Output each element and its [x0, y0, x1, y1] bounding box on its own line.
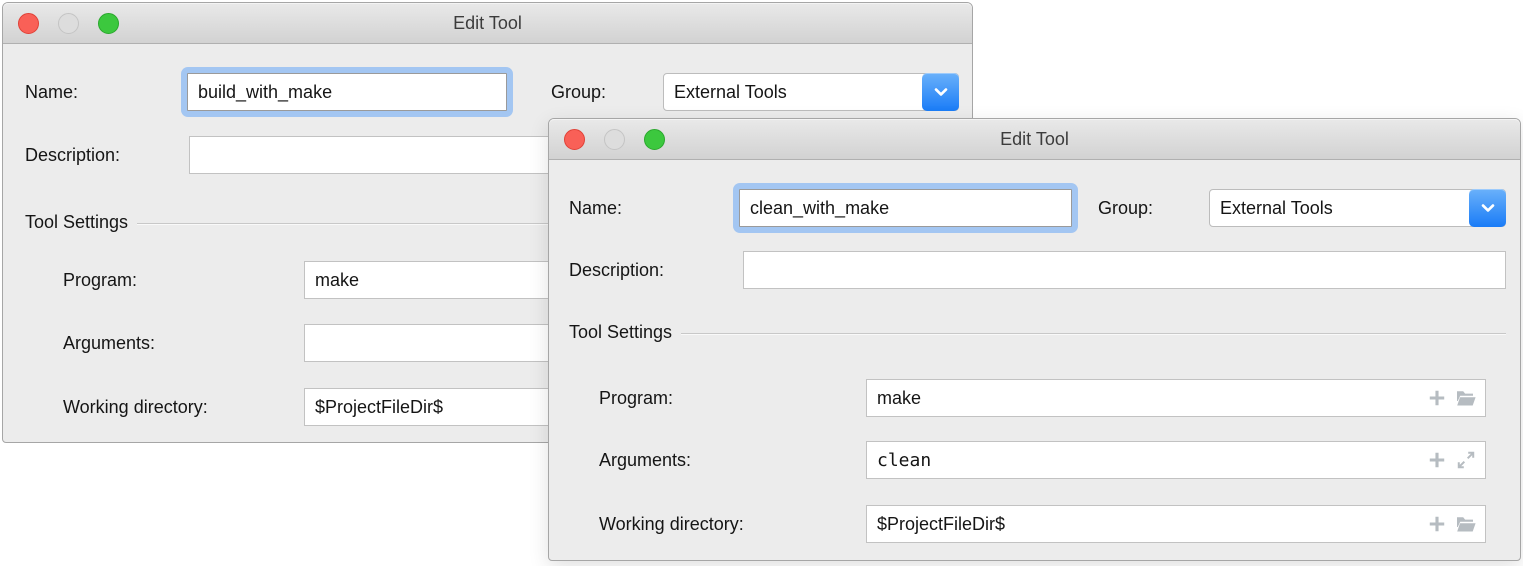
- minimize-button: [604, 129, 625, 150]
- program-value: make: [877, 388, 1426, 409]
- tool-settings-section: Tool Settings: [569, 319, 1506, 345]
- description-label: Description:: [569, 251, 664, 289]
- chevron-down-icon: [932, 83, 950, 101]
- zoom-button[interactable]: [98, 13, 119, 34]
- working-directory-label: Working directory:: [599, 505, 744, 543]
- group-select[interactable]: External Tools: [1209, 189, 1506, 227]
- group-dropdown-button[interactable]: [1469, 189, 1506, 227]
- insert-macro-plus-icon[interactable]: [1426, 449, 1448, 471]
- section-separator: [681, 333, 1506, 335]
- open-folder-icon[interactable]: [1455, 387, 1477, 409]
- group-select[interactable]: External Tools: [663, 73, 959, 111]
- name-input-focus-ring: clean_with_make: [733, 183, 1078, 233]
- insert-macro-plus-icon[interactable]: [1426, 513, 1448, 535]
- name-input[interactable]: build_with_make: [187, 73, 507, 111]
- window-title: Edit Tool: [549, 119, 1520, 159]
- tool-settings-label: Tool Settings: [25, 212, 128, 233]
- name-label: Name:: [25, 73, 78, 111]
- close-button[interactable]: [18, 13, 39, 34]
- titlebar[interactable]: Edit Tool: [3, 3, 972, 44]
- group-label: Group:: [1098, 189, 1153, 227]
- chevron-down-icon: [1479, 199, 1497, 217]
- description-input[interactable]: [743, 251, 1506, 289]
- arguments-input[interactable]: clean: [866, 441, 1486, 479]
- name-input[interactable]: clean_with_make: [739, 189, 1072, 227]
- working-directory-input[interactable]: $ProjectFileDir$: [866, 505, 1486, 543]
- open-folder-icon[interactable]: [1455, 513, 1477, 535]
- expand-field-icon[interactable]: [1455, 449, 1477, 471]
- arguments-label: Arguments:: [599, 441, 691, 479]
- close-button[interactable]: [564, 129, 585, 150]
- titlebar[interactable]: Edit Tool: [549, 119, 1520, 160]
- window-title: Edit Tool: [3, 3, 972, 43]
- program-label: Program:: [63, 261, 137, 299]
- description-label: Description:: [25, 136, 120, 174]
- working-directory-value: $ProjectFileDir$: [877, 514, 1426, 535]
- traffic-lights: [18, 3, 119, 43]
- group-selected-value: External Tools: [674, 74, 916, 110]
- zoom-button[interactable]: [644, 129, 665, 150]
- arguments-label: Arguments:: [63, 324, 155, 362]
- edit-tool-dialog-clean: Edit Tool Name: clean_with_make Group: E…: [548, 118, 1521, 561]
- tool-settings-label: Tool Settings: [569, 322, 672, 343]
- name-label: Name:: [569, 189, 622, 227]
- arguments-value: clean: [877, 450, 1426, 471]
- program-label: Program:: [599, 379, 673, 417]
- group-selected-value: External Tools: [1220, 190, 1463, 226]
- name-input-focus-ring: build_with_make: [181, 67, 513, 117]
- group-dropdown-button[interactable]: [922, 73, 959, 111]
- program-input[interactable]: make: [866, 379, 1486, 417]
- insert-macro-plus-icon[interactable]: [1426, 387, 1448, 409]
- traffic-lights: [564, 119, 665, 159]
- minimize-button: [58, 13, 79, 34]
- group-label: Group:: [551, 73, 606, 111]
- working-directory-label: Working directory:: [63, 388, 208, 426]
